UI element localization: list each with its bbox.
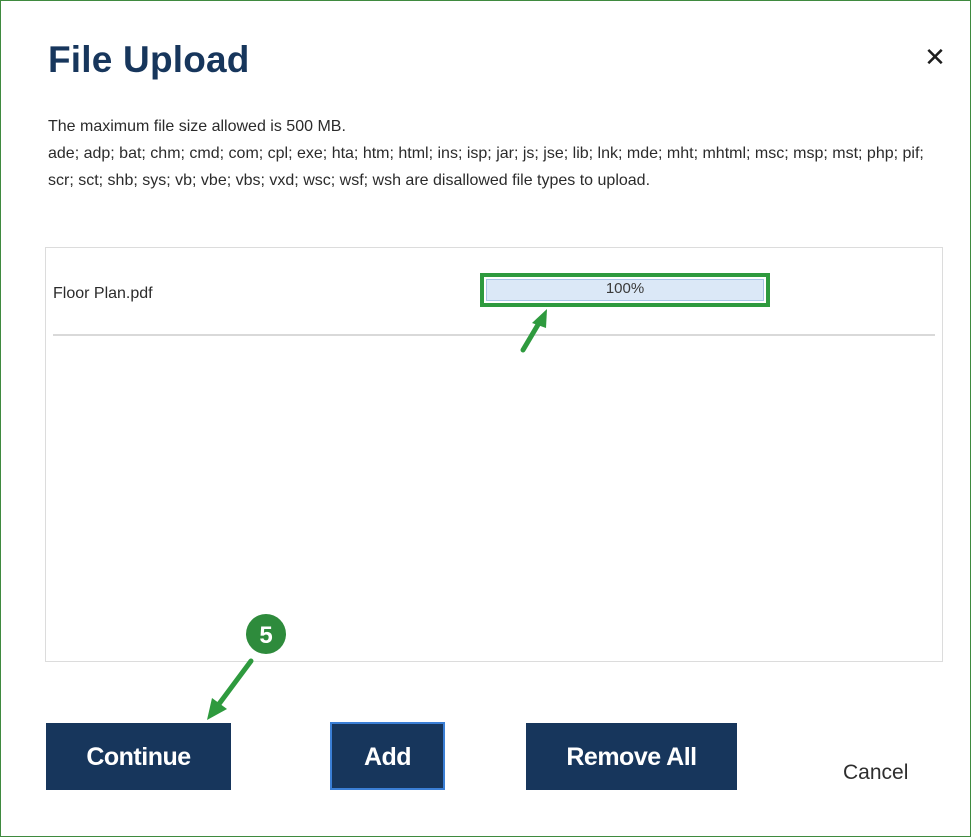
remove-all-button[interactable]: Remove All xyxy=(526,723,737,790)
file-row: Floor Plan.pdf 100% xyxy=(46,248,942,336)
add-button[interactable]: Add xyxy=(330,722,445,790)
row-divider xyxy=(53,334,935,336)
file-upload-dialog: File Upload ✕ The maximum file size allo… xyxy=(0,0,971,837)
close-icon[interactable]: ✕ xyxy=(919,39,951,75)
dialog-title: File Upload xyxy=(48,39,250,80)
arrow-to-continue-icon xyxy=(207,658,254,720)
file-name: Floor Plan.pdf xyxy=(53,285,153,302)
upload-info: The maximum file size allowed is 500 MB.… xyxy=(48,113,948,194)
disallowed-types-text: ade; adp; bat; chm; cmd; com; cpl; exe; … xyxy=(48,145,924,189)
cancel-link[interactable]: Cancel xyxy=(843,761,908,785)
file-list-panel: Floor Plan.pdf 100% xyxy=(45,247,943,662)
max-file-size-text: The maximum file size allowed is 500 MB. xyxy=(48,118,346,135)
upload-progress: 100% xyxy=(480,273,770,307)
progress-label: 100% xyxy=(605,280,645,297)
continue-button[interactable]: Continue xyxy=(46,723,231,790)
